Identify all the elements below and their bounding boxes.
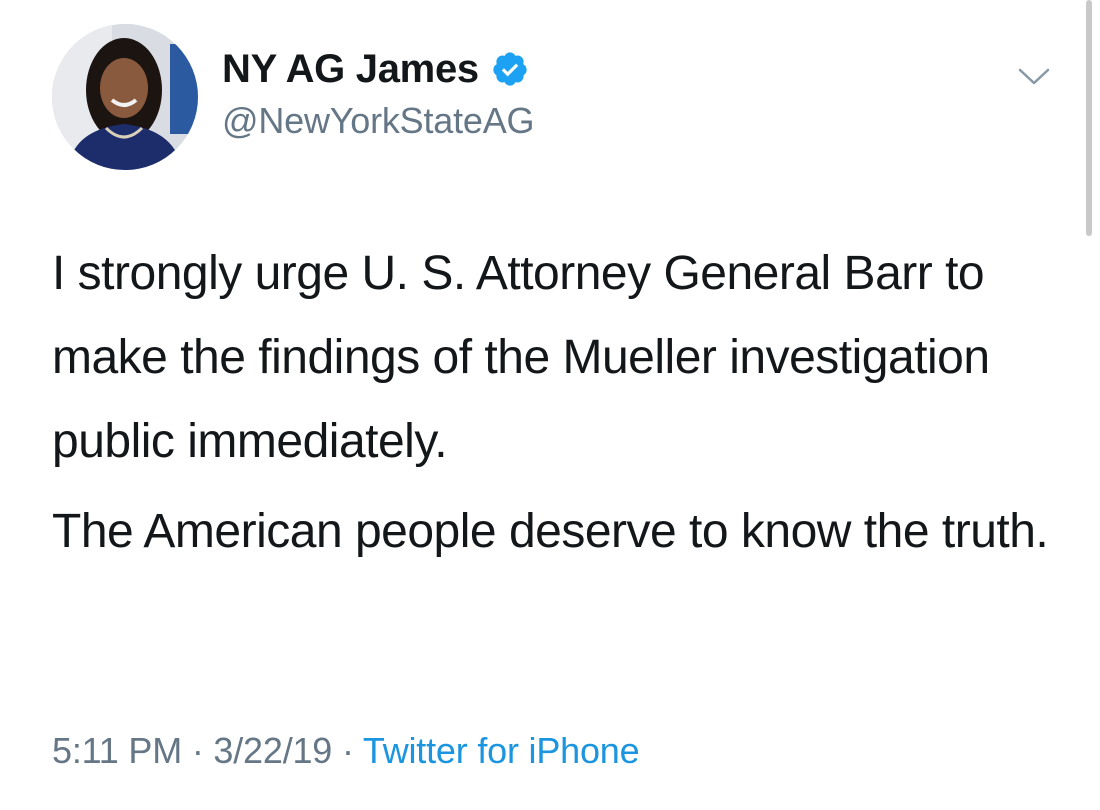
tweet-source-link[interactable]: Twitter for iPhone bbox=[363, 730, 640, 771]
avatar[interactable] bbox=[52, 24, 198, 170]
profile-photo-icon bbox=[52, 24, 198, 170]
user-handle[interactable]: @NewYorkStateAG bbox=[222, 100, 535, 142]
scrollbar[interactable] bbox=[1086, 0, 1092, 236]
tweet-paragraph: The American people deserve to know the … bbox=[52, 505, 1049, 558]
tweet-paragraph: I strongly urge U. S. Attorney General B… bbox=[52, 247, 990, 468]
user-names: NY AG James @NewYorkStateAG bbox=[222, 44, 535, 142]
chevron-down-icon[interactable] bbox=[1014, 62, 1054, 90]
display-name[interactable]: NY AG James bbox=[222, 47, 479, 92]
tweet-meta: 5:11 PM · 3/22/19 · Twitter for iPhone bbox=[52, 730, 640, 772]
tweet-date[interactable]: 3/22/19 bbox=[213, 730, 332, 771]
tweet-time: 5:11 PM bbox=[52, 730, 182, 771]
display-name-row: NY AG James bbox=[222, 44, 534, 94]
tweet-text: I strongly urge U. S. Attorney General B… bbox=[52, 232, 1052, 574]
meta-separator: · bbox=[191, 730, 204, 771]
verified-badge-icon bbox=[491, 50, 529, 88]
meta-separator: · bbox=[341, 730, 354, 771]
tweet-header: NY AG James @NewYorkStateAG bbox=[52, 24, 1062, 174]
